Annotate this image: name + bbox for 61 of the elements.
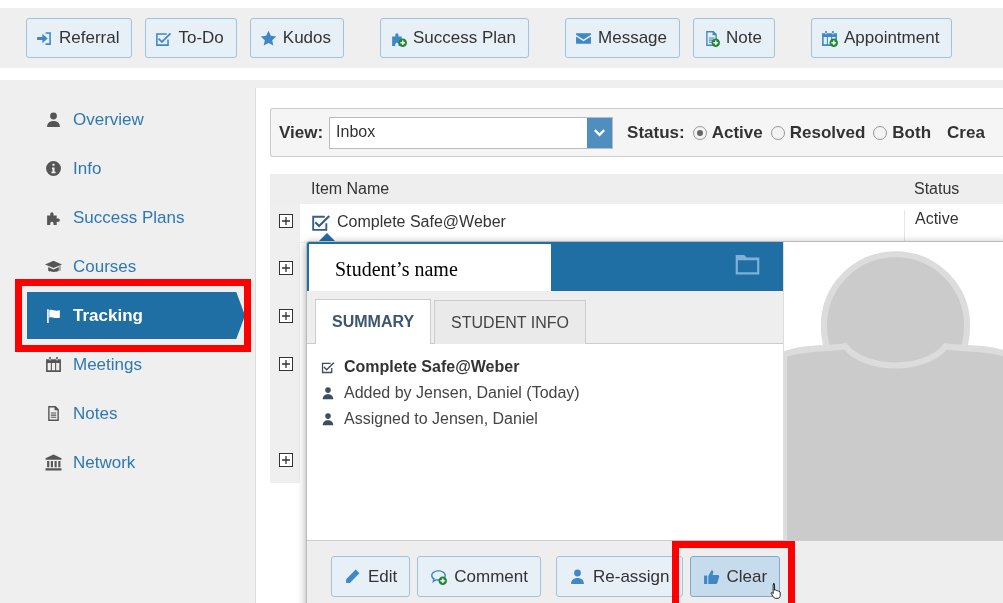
person-icon [569,568,586,585]
sidebar-item[interactable]: Info [27,145,245,192]
expand-icon[interactable] [279,357,293,371]
document-icon [45,405,62,422]
detail-text: Assigned to Jensen, Daniel [344,410,538,428]
student-name: Student’s name [309,244,551,291]
info-icon [45,160,62,177]
view-label: View: [279,122,324,143]
hand-cursor-icon [770,582,782,600]
action-button[interactable]: Clear [689,556,781,597]
sidebar-item[interactable]: Success Plans [27,194,245,241]
sidebar-item[interactable]: Courses [27,243,245,290]
thumbs-up-icon [702,568,720,585]
document-plus-icon [703,29,720,47]
column-header: Item Name [311,180,390,198]
checkbox-icon [321,360,335,374]
star-icon [259,29,277,47]
column-header: Status [914,180,960,198]
action-button[interactable]: Re-assign [556,556,683,597]
detail-text: Added by Jensen, Daniel (Today) [344,384,580,402]
flag-icon [45,307,62,324]
sidebar-item[interactable]: Tracking [27,292,245,339]
toolbar-button[interactable]: Note [693,18,775,58]
table-cell: Complete Safe@Weber [337,213,506,231]
calendar-plus-icon [820,29,838,47]
status-radio[interactable]: Resolved [770,122,866,143]
status-radio[interactable]: Active [692,122,763,143]
person-icon [45,111,62,128]
view-dropdown[interactable]: Inbox [329,116,614,149]
action-button[interactable]: Edit [331,556,411,597]
calendar-icon [45,356,62,373]
detail-text: Complete Safe@Weber [344,358,520,376]
toolbar-button[interactable]: To-Do [145,18,237,58]
sidebar-item[interactable]: Overview [27,96,245,143]
toolbar-button[interactable]: Success Plan [380,18,530,58]
bank-icon [45,454,62,471]
sidebar-item[interactable]: Network [27,439,245,486]
toolbar-button[interactable]: Appointment [810,18,953,58]
graduation-cap-icon [45,258,62,275]
status-radio[interactable]: Both [873,122,932,143]
sidebar-item[interactable]: Notes [27,390,245,437]
toolbar-button[interactable]: Message [565,18,680,58]
filter-label: Crea [947,122,985,143]
sign-in-icon [36,29,53,47]
sidebar-item[interactable]: Meetings [27,341,245,388]
toolbar-button[interactable]: Referral [26,18,133,58]
person-icon [321,412,335,426]
expand-icon[interactable] [279,261,293,275]
tab[interactable]: STUDENT INFO [434,300,586,344]
puzzle-icon [45,209,62,226]
toolbar-button[interactable]: Kudos [249,18,345,58]
person-icon [321,386,335,400]
expand-icon[interactable] [279,214,293,228]
expand-icon[interactable] [279,453,293,467]
chat-plus-icon [430,568,448,585]
pencil-icon [344,568,361,585]
status-label: Status: [627,122,685,143]
expand-icon[interactable] [279,309,293,323]
tab[interactable]: SUMMARY [315,299,432,344]
checkbox-icon [311,212,331,232]
action-button[interactable]: Comment [417,556,541,597]
